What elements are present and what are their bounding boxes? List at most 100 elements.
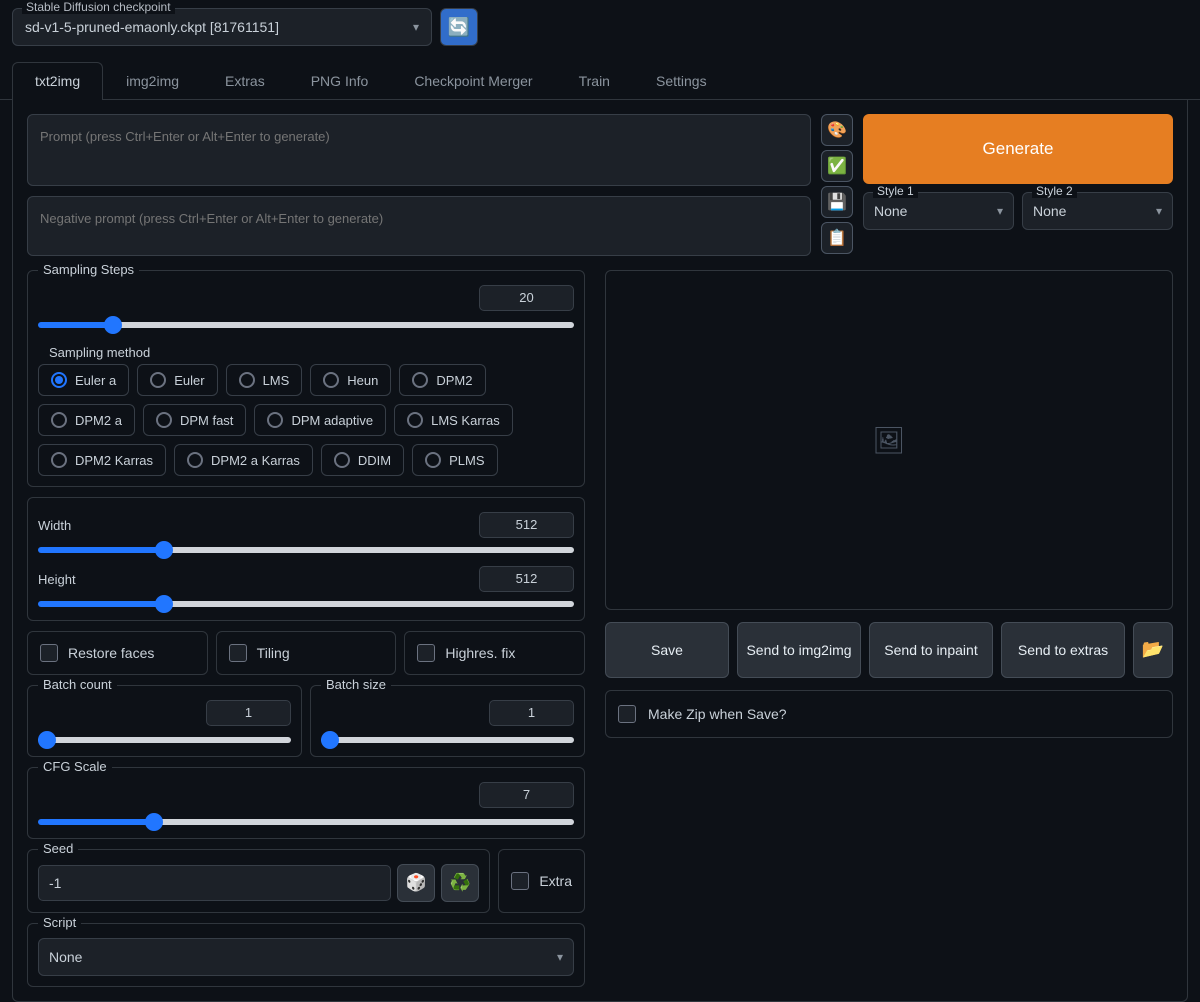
save-button[interactable]: Save <box>605 622 729 678</box>
sampler-option-label: DPM adaptive <box>291 413 373 428</box>
sampler-option[interactable]: DPM2 Karras <box>38 444 166 476</box>
open-folder-button[interactable]: 📂 <box>1133 622 1173 678</box>
sampler-option-label: LMS Karras <box>431 413 500 428</box>
sampler-option[interactable]: Euler a <box>38 364 129 396</box>
make-zip-checkbox[interactable]: Make Zip when Save? <box>605 690 1173 738</box>
main-tabs: txt2img img2img Extras PNG Info Checkpoi… <box>0 50 1200 100</box>
sampler-option-label: Euler <box>174 373 204 388</box>
sampler-option-label: DPM2 a Karras <box>211 453 300 468</box>
apply-style-button[interactable]: ✅ <box>821 150 853 182</box>
sampler-option[interactable]: Heun <box>310 364 391 396</box>
batch-size-slider[interactable] <box>321 737 574 743</box>
batch-size-group: Batch size 1 <box>310 685 585 757</box>
style2-label: Style 2 <box>1032 184 1077 198</box>
sampling-method-label: Sampling method <box>44 345 584 360</box>
checkbox-icon <box>618 705 636 723</box>
refresh-icon: 🔄 <box>448 17 470 38</box>
sampling-steps-slider[interactable] <box>38 322 574 328</box>
sampling-method-group: Euler a Euler LMS Heun DPM2 DPM2 a DPM fast DPM… <box>38 364 574 476</box>
sampler-option[interactable]: DPM2 a Karras <box>174 444 313 476</box>
dimensions-group: Width 512 Height 512 <box>27 497 585 621</box>
cfg-scale-group: CFG Scale 7 <box>27 767 585 839</box>
tab-img2img[interactable]: img2img <box>103 62 202 99</box>
seed-extra-checkbox[interactable]: Extra <box>498 849 585 913</box>
sampler-option-label: PLMS <box>449 453 484 468</box>
batch-count-slider[interactable] <box>38 737 291 743</box>
save-style-button[interactable]: 💾 <box>821 186 853 218</box>
generate-button[interactable]: Generate <box>863 114 1173 184</box>
make-zip-label: Make Zip when Save? <box>648 706 787 722</box>
batch-count-group: Batch count 1 <box>27 685 302 757</box>
seed-group: Seed 🎲 ♻️ <box>27 849 490 913</box>
sampler-option[interactable]: DPM fast <box>143 404 246 436</box>
prompt-input[interactable] <box>27 114 811 186</box>
style1-label: Style 1 <box>873 184 918 198</box>
tiling-checkbox[interactable]: Tiling <box>216 631 397 675</box>
paste-button[interactable]: 📋 <box>821 222 853 254</box>
checkbox-icon <box>417 644 435 662</box>
checkpoint-label: Stable Diffusion checkpoint <box>22 0 175 14</box>
radio-icon <box>323 372 339 388</box>
sampler-option[interactable]: DPM adaptive <box>254 404 386 436</box>
save-icon: 💾 <box>827 192 847 212</box>
highres-fix-checkbox[interactable]: Highres. fix <box>404 631 585 675</box>
checkpoint-value: sd-v1-5-pruned-emaonly.ckpt [81761151] <box>25 19 279 35</box>
sampler-option-label: DPM2 <box>436 373 472 388</box>
random-seed-button[interactable]: 🎲 <box>397 864 435 902</box>
chevron-down-icon: ▾ <box>997 204 1003 218</box>
sampler-option-label: DPM fast <box>180 413 233 428</box>
sampler-option[interactable]: PLMS <box>412 444 497 476</box>
script-select[interactable]: None ▾ <box>38 938 574 976</box>
style1-value: None <box>874 203 907 219</box>
width-slider[interactable] <box>38 547 574 553</box>
tab-checkpoint-merger[interactable]: Checkpoint Merger <box>391 62 555 99</box>
send-to-img2img-button[interactable]: Send to img2img <box>737 622 861 678</box>
batch-count-value[interactable]: 1 <box>206 700 291 726</box>
sampler-option[interactable]: LMS Karras <box>394 404 513 436</box>
sampling-steps-value[interactable]: 20 <box>479 285 574 311</box>
sampler-option[interactable]: DPM2 <box>399 364 485 396</box>
image-placeholder-icon: 🖼 <box>872 425 905 456</box>
cfg-scale-value[interactable]: 7 <box>479 782 574 808</box>
script-label: Script <box>38 915 81 930</box>
refresh-checkpoint-button[interactable]: 🔄 <box>440 8 478 46</box>
radio-icon <box>51 412 67 428</box>
radio-icon <box>187 452 203 468</box>
send-to-inpaint-button[interactable]: Send to inpaint <box>869 622 993 678</box>
sampling-steps-group: Sampling Steps 20 Sampling method Euler … <box>27 270 585 487</box>
radio-icon <box>51 372 67 388</box>
sampler-option[interactable]: DPM2 a <box>38 404 135 436</box>
radio-icon <box>267 412 283 428</box>
width-value[interactable]: 512 <box>479 512 574 538</box>
tab-extras[interactable]: Extras <box>202 62 288 99</box>
cfg-scale-slider[interactable] <box>38 819 574 825</box>
sampler-option-label: Euler a <box>75 373 116 388</box>
width-label: Width <box>38 518 71 533</box>
sampler-option[interactable]: Euler <box>137 364 217 396</box>
radio-icon <box>239 372 255 388</box>
tab-train[interactable]: Train <box>556 62 633 99</box>
height-value[interactable]: 512 <box>479 566 574 592</box>
sampler-option[interactable]: DDIM <box>321 444 404 476</box>
send-to-extras-button[interactable]: Send to extras <box>1001 622 1125 678</box>
height-label: Height <box>38 572 76 587</box>
batch-size-value[interactable]: 1 <box>489 700 574 726</box>
tab-txt2img[interactable]: txt2img <box>12 62 103 99</box>
sampler-option[interactable]: LMS <box>226 364 303 396</box>
sampler-option-label: LMS <box>263 373 290 388</box>
sampler-option-label: DPM2 Karras <box>75 453 153 468</box>
height-slider[interactable] <box>38 601 574 607</box>
interrogate-button[interactable]: 🎨 <box>821 114 853 146</box>
radio-icon <box>150 372 166 388</box>
clipboard-icon: 📋 <box>827 228 847 248</box>
sampler-option-label: DPM2 a <box>75 413 122 428</box>
reuse-seed-button[interactable]: ♻️ <box>441 864 479 902</box>
tab-settings[interactable]: Settings <box>633 62 730 99</box>
restore-faces-checkbox[interactable]: Restore faces <box>27 631 208 675</box>
negative-prompt-input[interactable] <box>27 196 811 256</box>
tab-pnginfo[interactable]: PNG Info <box>288 62 392 99</box>
seed-input[interactable] <box>38 865 391 901</box>
radio-icon <box>407 412 423 428</box>
palette-icon: 🎨 <box>827 120 847 140</box>
chevron-down-icon: ▾ <box>413 20 419 34</box>
